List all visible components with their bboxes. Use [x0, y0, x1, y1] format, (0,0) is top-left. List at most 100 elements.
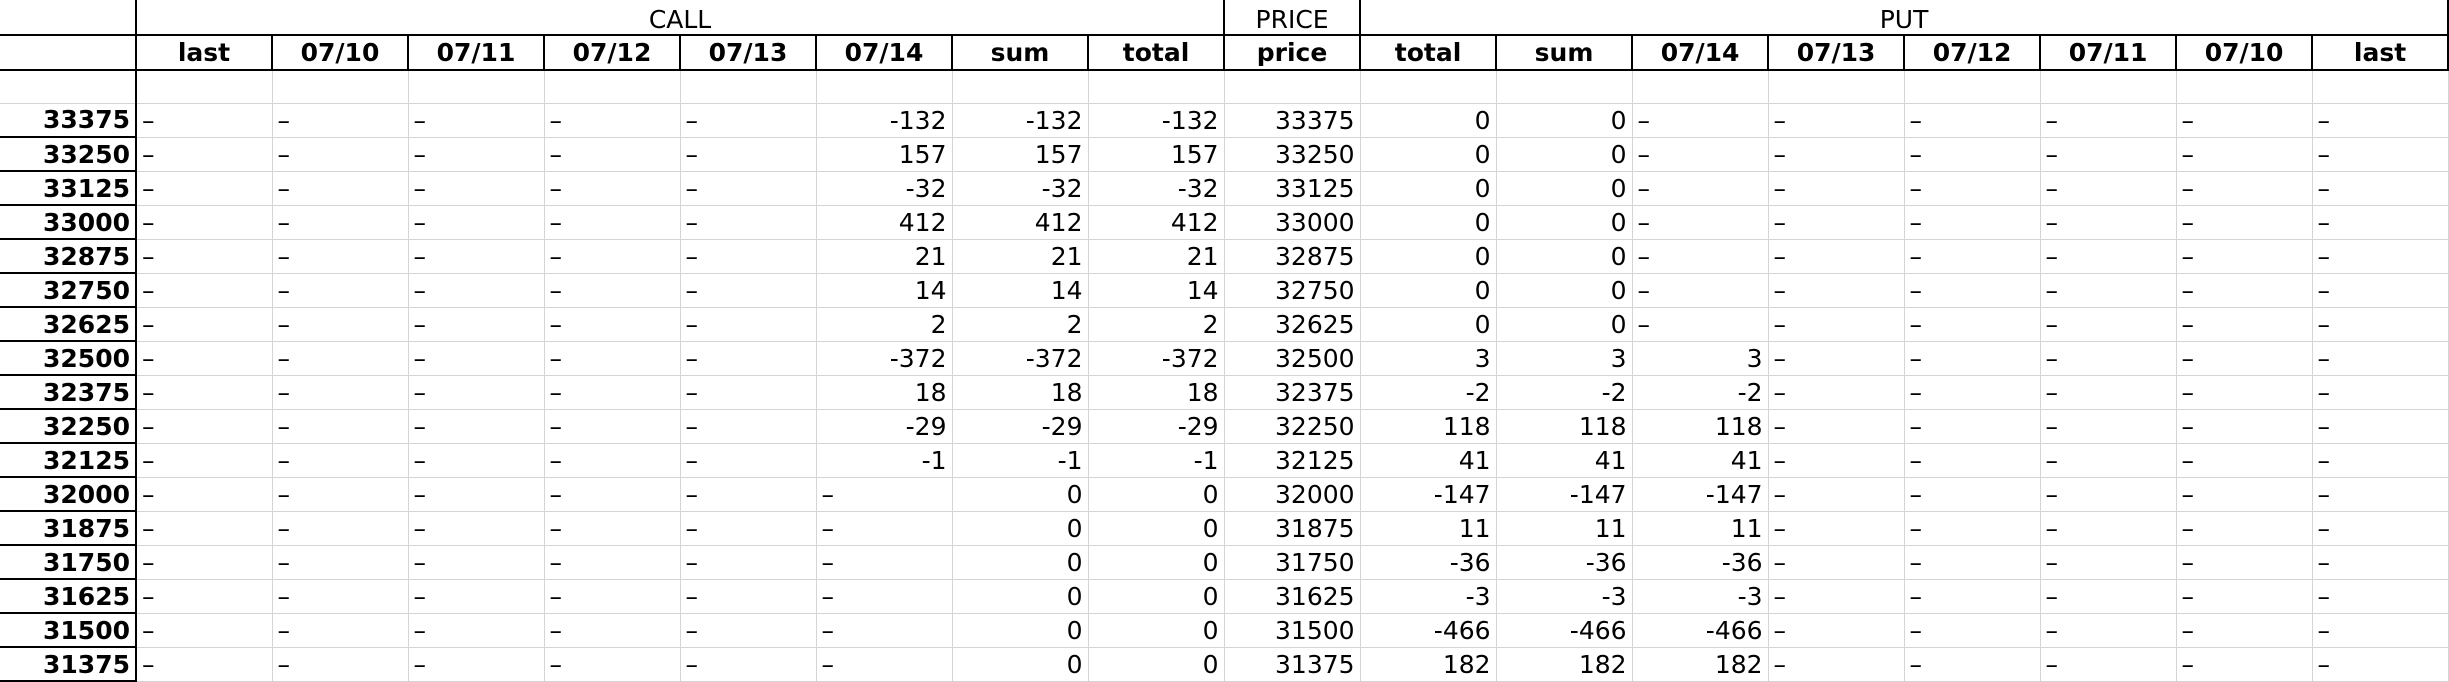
table-cell[interactable]: – — [1904, 545, 2041, 580]
table-cell[interactable]: 11 — [1360, 511, 1497, 546]
table-cell[interactable]: 41 — [1496, 443, 1633, 478]
column-header[interactable]: sum — [1496, 35, 1634, 71]
table-cell[interactable]: – — [408, 409, 545, 444]
table-cell[interactable]: – — [1768, 477, 1905, 512]
table-cell[interactable]: -32 — [816, 171, 953, 206]
table-cell[interactable]: – — [544, 239, 681, 274]
table-cell[interactable]: -1 — [952, 443, 1089, 478]
table-cell[interactable]: -466 — [1360, 613, 1497, 648]
table-cell[interactable]: -372 — [1088, 341, 1225, 376]
table-cell[interactable]: 182 — [1496, 647, 1633, 682]
table-cell[interactable]: 0 — [1088, 511, 1225, 546]
table-cell[interactable]: -147 — [1632, 477, 1769, 512]
table-cell[interactable]: 0 — [1088, 647, 1225, 682]
table-cell[interactable]: – — [136, 613, 273, 648]
table-cell[interactable]: 32250 — [1224, 409, 1361, 444]
table-cell[interactable]: – — [680, 239, 817, 274]
table-cell[interactable]: 18 — [1088, 375, 1225, 410]
table-cell[interactable]: – — [2176, 409, 2313, 444]
table-cell[interactable]: – — [2040, 375, 2177, 410]
table-cell[interactable]: -466 — [1632, 613, 1769, 648]
table-cell[interactable]: 33375 — [1224, 103, 1361, 138]
table-cell[interactable]: – — [680, 375, 817, 410]
row-strike-label[interactable]: 32250 — [0, 409, 137, 444]
table-cell[interactable]: – — [2176, 477, 2313, 512]
table-cell[interactable]: – — [408, 579, 545, 614]
table-cell[interactable]: – — [1904, 341, 2041, 376]
table-cell[interactable]: – — [408, 137, 545, 172]
row-strike-label[interactable]: 31500 — [0, 613, 137, 648]
table-cell[interactable]: – — [1904, 171, 2041, 206]
table-cell[interactable]: – — [680, 579, 817, 614]
table-cell[interactable]: – — [2312, 375, 2449, 410]
table-cell[interactable]: – — [816, 579, 953, 614]
table-cell[interactable]: – — [544, 647, 681, 682]
table-cell[interactable]: -3 — [1360, 579, 1497, 614]
table-cell[interactable]: 32000 — [1224, 477, 1361, 512]
row-strike-label[interactable]: 31750 — [0, 545, 137, 580]
empty-cell[interactable] — [272, 70, 409, 104]
table-cell[interactable]: – — [2040, 477, 2177, 512]
table-cell[interactable]: 412 — [952, 205, 1089, 240]
table-cell[interactable]: 21 — [816, 239, 953, 274]
table-cell[interactable]: – — [2040, 443, 2177, 478]
table-cell[interactable]: – — [680, 613, 817, 648]
table-cell[interactable]: – — [1768, 307, 1905, 342]
table-cell[interactable]: – — [136, 341, 273, 376]
table-cell[interactable]: 2 — [816, 307, 953, 342]
table-cell[interactable]: – — [272, 477, 409, 512]
row-strike-label[interactable]: 33125 — [0, 171, 137, 206]
table-cell[interactable]: – — [2176, 239, 2313, 274]
table-cell[interactable]: – — [1768, 137, 1905, 172]
table-cell[interactable]: 118 — [1632, 409, 1769, 444]
table-cell[interactable]: 31750 — [1224, 545, 1361, 580]
table-cell[interactable]: -132 — [952, 103, 1089, 138]
table-cell[interactable]: 31625 — [1224, 579, 1361, 614]
table-cell[interactable]: – — [2312, 171, 2449, 206]
table-cell[interactable]: -29 — [816, 409, 953, 444]
table-cell[interactable]: – — [272, 443, 409, 478]
table-cell[interactable]: – — [544, 307, 681, 342]
table-cell[interactable]: 32875 — [1224, 239, 1361, 274]
table-cell[interactable]: 0 — [1088, 579, 1225, 614]
table-cell[interactable]: 32625 — [1224, 307, 1361, 342]
table-cell[interactable]: – — [2312, 103, 2449, 138]
table-cell[interactable]: 11 — [1496, 511, 1633, 546]
table-cell[interactable]: 3 — [1360, 341, 1497, 376]
table-cell[interactable]: – — [2176, 171, 2313, 206]
table-cell[interactable]: – — [1904, 647, 2041, 682]
table-cell[interactable]: – — [680, 273, 817, 308]
table-cell[interactable]: – — [1632, 239, 1769, 274]
table-cell[interactable]: 31375 — [1224, 647, 1361, 682]
table-cell[interactable]: – — [1904, 579, 2041, 614]
table-cell[interactable]: -29 — [1088, 409, 1225, 444]
table-cell[interactable]: – — [272, 171, 409, 206]
table-cell[interactable]: – — [544, 103, 681, 138]
table-cell[interactable]: 3 — [1632, 341, 1769, 376]
table-cell[interactable]: – — [1904, 511, 2041, 546]
table-cell[interactable]: 14 — [952, 273, 1089, 308]
table-cell[interactable]: 33125 — [1224, 171, 1361, 206]
table-cell[interactable]: – — [2312, 443, 2449, 478]
column-header[interactable]: 07/13 — [680, 35, 817, 71]
table-cell[interactable]: – — [680, 341, 817, 376]
table-cell[interactable]: – — [2040, 137, 2177, 172]
table-cell[interactable]: 0 — [1360, 137, 1497, 172]
table-cell[interactable]: – — [544, 137, 681, 172]
table-cell[interactable]: – — [136, 545, 273, 580]
table-cell[interactable]: -32 — [952, 171, 1089, 206]
table-cell[interactable]: 182 — [1632, 647, 1769, 682]
table-cell[interactable]: – — [1904, 205, 2041, 240]
table-cell[interactable]: – — [136, 137, 273, 172]
table-cell[interactable]: 182 — [1360, 647, 1497, 682]
table-cell[interactable]: 0 — [1360, 239, 1497, 274]
table-cell[interactable]: – — [816, 545, 953, 580]
column-header[interactable]: 07/12 — [1904, 35, 2042, 71]
table-cell[interactable]: 118 — [1496, 409, 1633, 444]
table-cell[interactable]: – — [1768, 545, 1905, 580]
table-cell[interactable]: – — [1904, 273, 2041, 308]
table-cell[interactable]: – — [544, 579, 681, 614]
table-cell[interactable]: 2 — [952, 307, 1089, 342]
table-cell[interactable]: 32125 — [1224, 443, 1361, 478]
table-cell[interactable]: – — [136, 171, 273, 206]
